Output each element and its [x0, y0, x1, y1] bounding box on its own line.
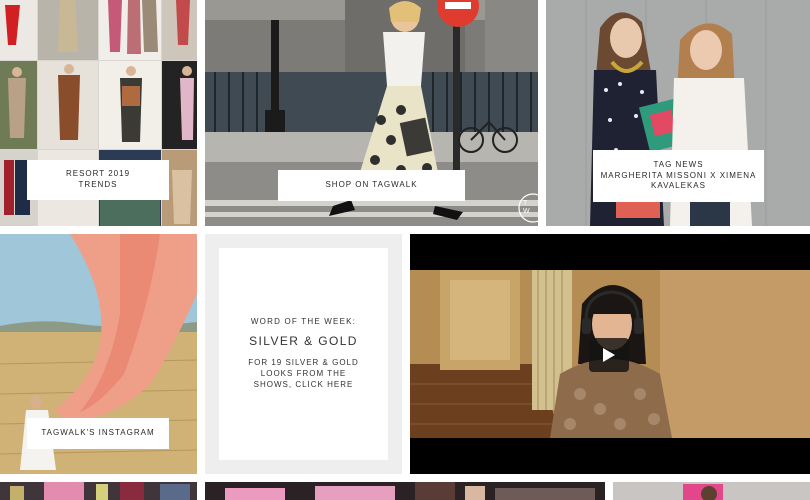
shop-label-text: SHOP ON TAGWALK: [325, 180, 418, 190]
tag-news-line-1: TAG NEWS: [653, 159, 704, 169]
instagram-label: TAGWALK'S INSTAGRAM: [27, 418, 169, 449]
show-image-partial: [205, 482, 605, 500]
portrait-image-partial: [613, 482, 810, 500]
word-of-week-body: FOR 19 SILVER & GOLD LOOKS FROM THE SHOW…: [248, 358, 359, 389]
shop-tagwalk-label: SHOP ON TAGWALK: [278, 170, 465, 201]
resort-trends-label: RESORT 2019 TRENDS: [27, 160, 169, 200]
word-of-week-card[interactable]: WORD OF THE WEEK: SILVER & GOLD FOR 19 S…: [219, 248, 388, 460]
tagwalk-corner-mark: T W: [523, 200, 531, 215]
instagram-label-text: TAGWALK'S INSTAGRAM: [41, 428, 155, 438]
instagram-tile[interactable]: TAGWALK'S INSTAGRAM: [0, 234, 197, 474]
resort-title-line-1: RESORT 2019: [65, 169, 131, 179]
tag-news-line-2: MARGHERITA MISSONI X XIMENA: [600, 170, 757, 180]
resort-title-line-2: TRENDS: [78, 180, 118, 189]
runway-image-partial: [0, 482, 197, 500]
show-tile-partial[interactable]: [205, 482, 605, 500]
video-play-button[interactable]: [589, 338, 629, 372]
tag-news-line-3: KAVALEKAS: [651, 181, 706, 191]
resort-trends-tile[interactable]: RESORT 2019 TRENDS: [0, 0, 197, 226]
tag-news-label: TAG NEWS MARGHERITA MISSONI X XIMENA KAV…: [593, 150, 764, 202]
tag-news-tile[interactable]: TAG NEWS MARGHERITA MISSONI X XIMENA KAV…: [546, 0, 810, 226]
video-tile[interactable]: [410, 234, 810, 474]
word-of-week-title: SILVER & GOLD: [249, 334, 358, 349]
portrait-tile-partial[interactable]: [613, 482, 810, 500]
shop-tile[interactable]: T W SHOP ON TAGWALK: [205, 0, 538, 226]
runway-tile-partial[interactable]: [0, 482, 197, 500]
play-icon: [603, 348, 615, 362]
word-of-week-kicker: WORD OF THE WEEK:: [250, 317, 357, 327]
word-of-week-tile[interactable]: WORD OF THE WEEK: SILVER & GOLD FOR 19 S…: [205, 234, 402, 474]
